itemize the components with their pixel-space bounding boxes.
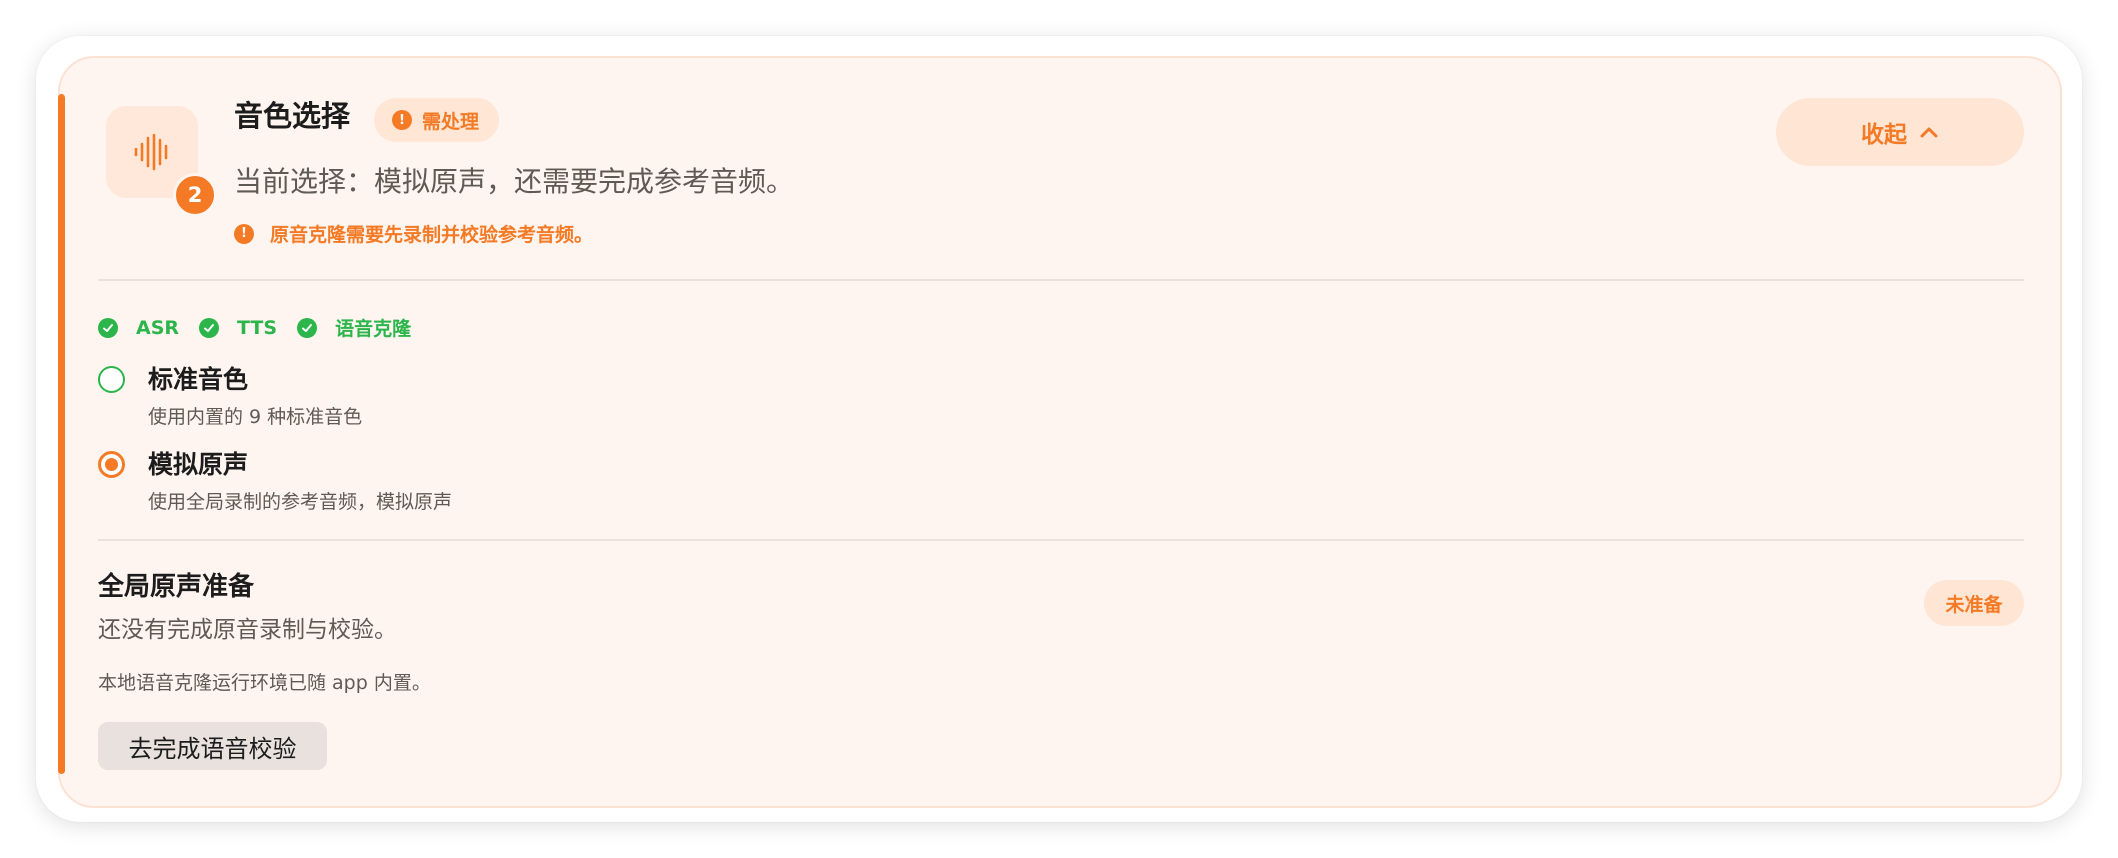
card-title: 音色选择 — [234, 99, 351, 133]
check-circle-icon — [297, 317, 318, 338]
capability-voice-clone: 语音克隆 — [297, 314, 411, 341]
voice-option-description: 使用内置的 9 种标准音色 — [148, 406, 363, 428]
status-badge: ! 需处理 — [374, 98, 500, 142]
check-circle-icon — [199, 317, 220, 338]
capability-label: ASR — [136, 316, 180, 339]
capability-list: ASR TTS 语音克隆 — [98, 314, 431, 341]
warning-message: ! 原音克隆需要先录制并校验参考音频。 — [234, 220, 593, 247]
voice-option-description: 使用全局录制的参考音频，模拟原声 — [148, 491, 453, 513]
voice-option-title: 模拟原声 — [148, 450, 249, 479]
chevron-up-icon — [1920, 127, 1938, 138]
collapse-button[interactable]: 收起 — [1776, 98, 2024, 166]
voice-option-title: 标准音色 — [148, 365, 249, 394]
capability-asr: ASR — [98, 317, 179, 339]
global-prep-description: 还没有完成原音录制与校验。 — [98, 617, 397, 643]
global-prep-title: 全局原声准备 — [98, 572, 255, 602]
capability-label: TTS — [237, 316, 278, 339]
header-divider — [98, 279, 2024, 281]
alert-icon: ! — [234, 223, 254, 244]
status-badge-label: 需处理 — [422, 110, 480, 133]
check-circle-icon — [98, 317, 118, 338]
capability-tts: TTS — [199, 317, 277, 339]
options-divider — [98, 539, 2024, 541]
global-prep-note: 本地语音克隆运行环境已随 app 内置。 — [98, 672, 431, 694]
prep-status-badge: 未准备 — [1924, 580, 2024, 626]
step-number-badge: 2 — [173, 173, 217, 217]
warning-text: 原音克隆需要先录制并校验参考音频。 — [270, 224, 594, 246]
radio-button-unselected[interactable] — [98, 366, 125, 393]
current-selection-text: 当前选择：模拟原声，还需要完成参考音频。 — [234, 165, 795, 198]
alert-icon: ! — [392, 110, 412, 130]
radio-button-selected[interactable] — [98, 451, 125, 478]
complete-voice-verification-button[interactable]: 去完成语音校验 — [98, 722, 327, 770]
collapse-button-label: 收起 — [1861, 122, 1907, 148]
card-accent-bar — [58, 94, 65, 774]
capability-label: 语音克隆 — [335, 318, 412, 340]
